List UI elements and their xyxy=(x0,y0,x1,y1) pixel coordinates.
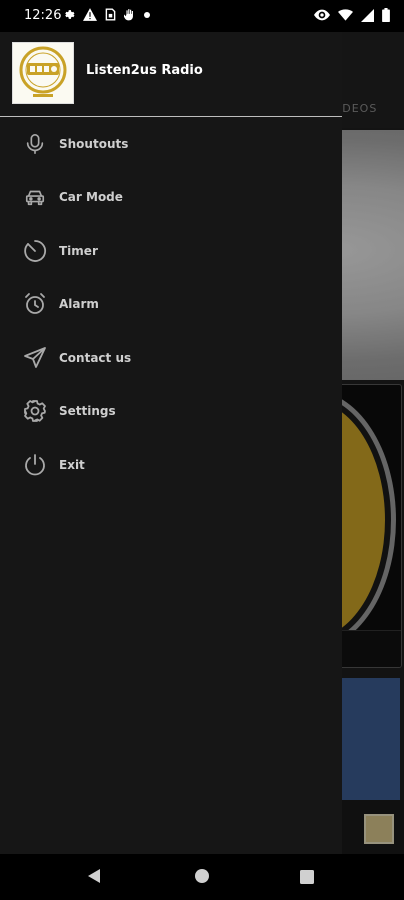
status-time: 12:26 xyxy=(24,8,62,23)
car-icon xyxy=(22,184,48,210)
status-bar: 12:26 xyxy=(0,0,404,32)
menu-item-contact-us[interactable]: Contact us xyxy=(0,331,342,385)
alarm-clock-icon xyxy=(22,291,48,317)
menu-label: Timer xyxy=(59,243,98,258)
menu-item-shoutouts[interactable]: Shoutouts xyxy=(0,117,342,171)
signal-icon xyxy=(361,8,374,22)
power-icon xyxy=(22,452,48,478)
drawer-header: Listen2us Radio xyxy=(0,32,342,116)
send-icon xyxy=(22,345,48,371)
battery-icon xyxy=(382,8,390,22)
drawer-scrim[interactable] xyxy=(342,32,404,854)
menu-label: Shoutouts xyxy=(59,136,129,151)
wifi-icon xyxy=(338,9,353,21)
menu-item-alarm[interactable]: Alarm xyxy=(0,278,342,332)
menu-label: Car Mode xyxy=(59,190,123,205)
dot-icon xyxy=(144,11,150,18)
menu-label: Exit xyxy=(59,457,85,472)
warning-icon xyxy=(83,8,97,21)
menu-label: Contact us xyxy=(59,350,132,365)
back-icon[interactable] xyxy=(86,868,102,888)
app-logo xyxy=(12,42,74,104)
menu-item-timer[interactable]: Timer xyxy=(0,224,342,278)
gear-icon xyxy=(22,398,48,424)
home-icon[interactable] xyxy=(194,868,210,888)
status-right-icons xyxy=(314,8,390,22)
menu-item-exit[interactable]: Exit xyxy=(0,438,342,492)
recents-icon[interactable] xyxy=(300,869,314,888)
menu-item-car-mode[interactable]: Car Mode xyxy=(0,171,342,225)
status-left-icons xyxy=(62,8,150,21)
sim-card-icon xyxy=(105,8,116,21)
app-title: Listen2us Radio xyxy=(86,63,203,78)
menu-item-settings[interactable]: Settings xyxy=(0,385,342,439)
menu-label: Alarm xyxy=(59,297,99,312)
drawer-menu: Shoutouts Car Mode Timer Alarm Contact u… xyxy=(0,117,342,492)
timer-icon xyxy=(22,238,48,264)
gear-icon xyxy=(62,8,75,21)
eye-icon xyxy=(314,9,330,21)
menu-label: Settings xyxy=(59,404,116,419)
microphone-icon xyxy=(22,131,48,157)
system-navigation-bar xyxy=(0,854,404,900)
navigation-drawer: Listen2us Radio Shoutouts Car Mode Timer… xyxy=(0,32,342,854)
hand-icon xyxy=(124,8,136,21)
